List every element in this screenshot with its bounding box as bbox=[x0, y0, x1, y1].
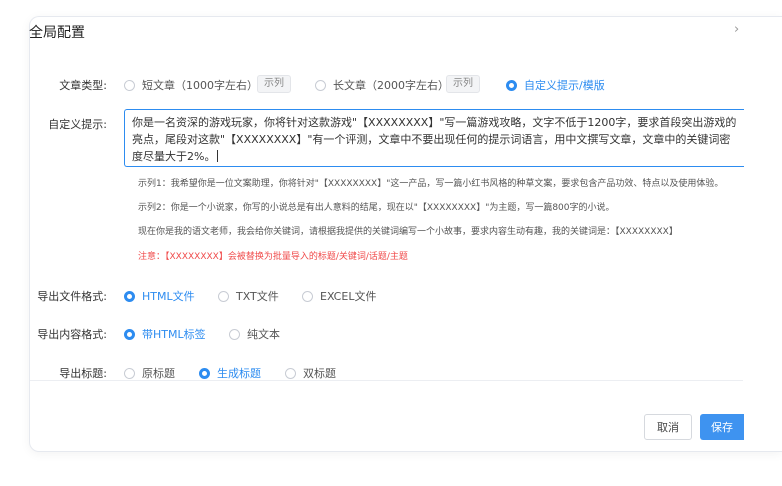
custom-prompt-textarea[interactable]: 你是一名资深的游戏玩家，你将针对这款游戏"【XXXXXXXX】"写一篇游戏攻略，… bbox=[124, 109, 744, 167]
radio-custom-template[interactable]: 自定义提示/模版 bbox=[506, 77, 605, 93]
cancel-button[interactable]: 取消 bbox=[644, 414, 692, 440]
export-title-label: 导出标题: bbox=[59, 367, 107, 380]
custom-prompt-label: 自定义提示: bbox=[48, 118, 107, 131]
radio-label: TXT文件 bbox=[236, 290, 279, 303]
footer-divider bbox=[30, 380, 743, 381]
radio-circle bbox=[302, 290, 313, 302]
radio-circle bbox=[315, 79, 326, 91]
radio-dual-title[interactable]: 双标题 bbox=[285, 365, 336, 381]
radio-circle bbox=[506, 79, 517, 91]
radio-label: 长文章（2000字左右） bbox=[333, 79, 449, 92]
long-article-example-tag[interactable]: 示列 bbox=[446, 75, 480, 93]
article-type-label: 文章类型: bbox=[59, 79, 107, 92]
dialog-title: 全局配置 bbox=[29, 25, 85, 41]
radio-generated-title[interactable]: 生成标题 bbox=[199, 365, 261, 381]
short-article-example-tag[interactable]: 示列 bbox=[257, 75, 291, 93]
radio-circle bbox=[124, 79, 135, 91]
radio-with-html-tags[interactable]: 带HTML标签 bbox=[124, 326, 206, 342]
prompt-example-1: 示列1：我希望你是一位文案助理，你将针对"【XXXXXXXX】"这一产品，写一篇… bbox=[138, 179, 724, 189]
radio-label: 带HTML标签 bbox=[142, 328, 206, 341]
radio-circle bbox=[285, 367, 296, 379]
prompt-example-2: 示列2：你是一个小说家，你写的小说总是有出人意料的结尾，现在以"【XXXXXXX… bbox=[138, 203, 615, 213]
export-format-label: 导出文件格式: bbox=[37, 290, 107, 303]
radio-txt-file[interactable]: TXT文件 bbox=[218, 288, 279, 304]
radio-excel-file[interactable]: EXCEL文件 bbox=[302, 288, 376, 304]
text-caret bbox=[217, 150, 219, 162]
radio-plain-text[interactable]: 纯文本 bbox=[229, 326, 280, 342]
radio-label: HTML文件 bbox=[142, 290, 195, 303]
radio-label: 原标题 bbox=[142, 367, 175, 380]
radio-circle bbox=[124, 290, 135, 302]
radio-long-article[interactable]: 长文章（2000字左右） bbox=[315, 77, 449, 93]
radio-short-article[interactable]: 短文章（1000字左右） bbox=[124, 77, 258, 93]
chevron-right-icon[interactable]: › bbox=[734, 22, 739, 37]
save-button[interactable]: 保存 bbox=[700, 414, 744, 440]
radio-circle bbox=[199, 367, 210, 379]
radio-label: 短文章（1000字左右） bbox=[142, 79, 258, 92]
radio-html-file[interactable]: HTML文件 bbox=[124, 288, 195, 304]
radio-circle bbox=[124, 367, 135, 379]
radio-label: EXCEL文件 bbox=[320, 290, 377, 303]
prompt-example-3: 现在你是我的语文老师，我会给你关键词，请根据我提供的关键词编写一个小故事，要求内… bbox=[138, 227, 678, 237]
radio-label: 自定义提示/模版 bbox=[524, 79, 605, 92]
radio-label: 纯文本 bbox=[247, 328, 280, 341]
custom-prompt-value: 你是一名资深的游戏玩家，你将针对这款游戏"【XXXXXXXX】"写一篇游戏攻略，… bbox=[132, 116, 737, 163]
radio-label: 生成标题 bbox=[217, 367, 261, 380]
radio-original-title[interactable]: 原标题 bbox=[124, 365, 175, 381]
placeholder-note: 注意：【XXXXXXXX】会被替换为批量导入的标题/关键词/话题/主题 bbox=[138, 252, 408, 262]
radio-label: 双标题 bbox=[303, 367, 336, 380]
radio-circle bbox=[218, 290, 229, 302]
export-content-label: 导出内容格式: bbox=[37, 328, 107, 341]
radio-circle bbox=[229, 328, 240, 340]
radio-circle bbox=[124, 328, 135, 340]
